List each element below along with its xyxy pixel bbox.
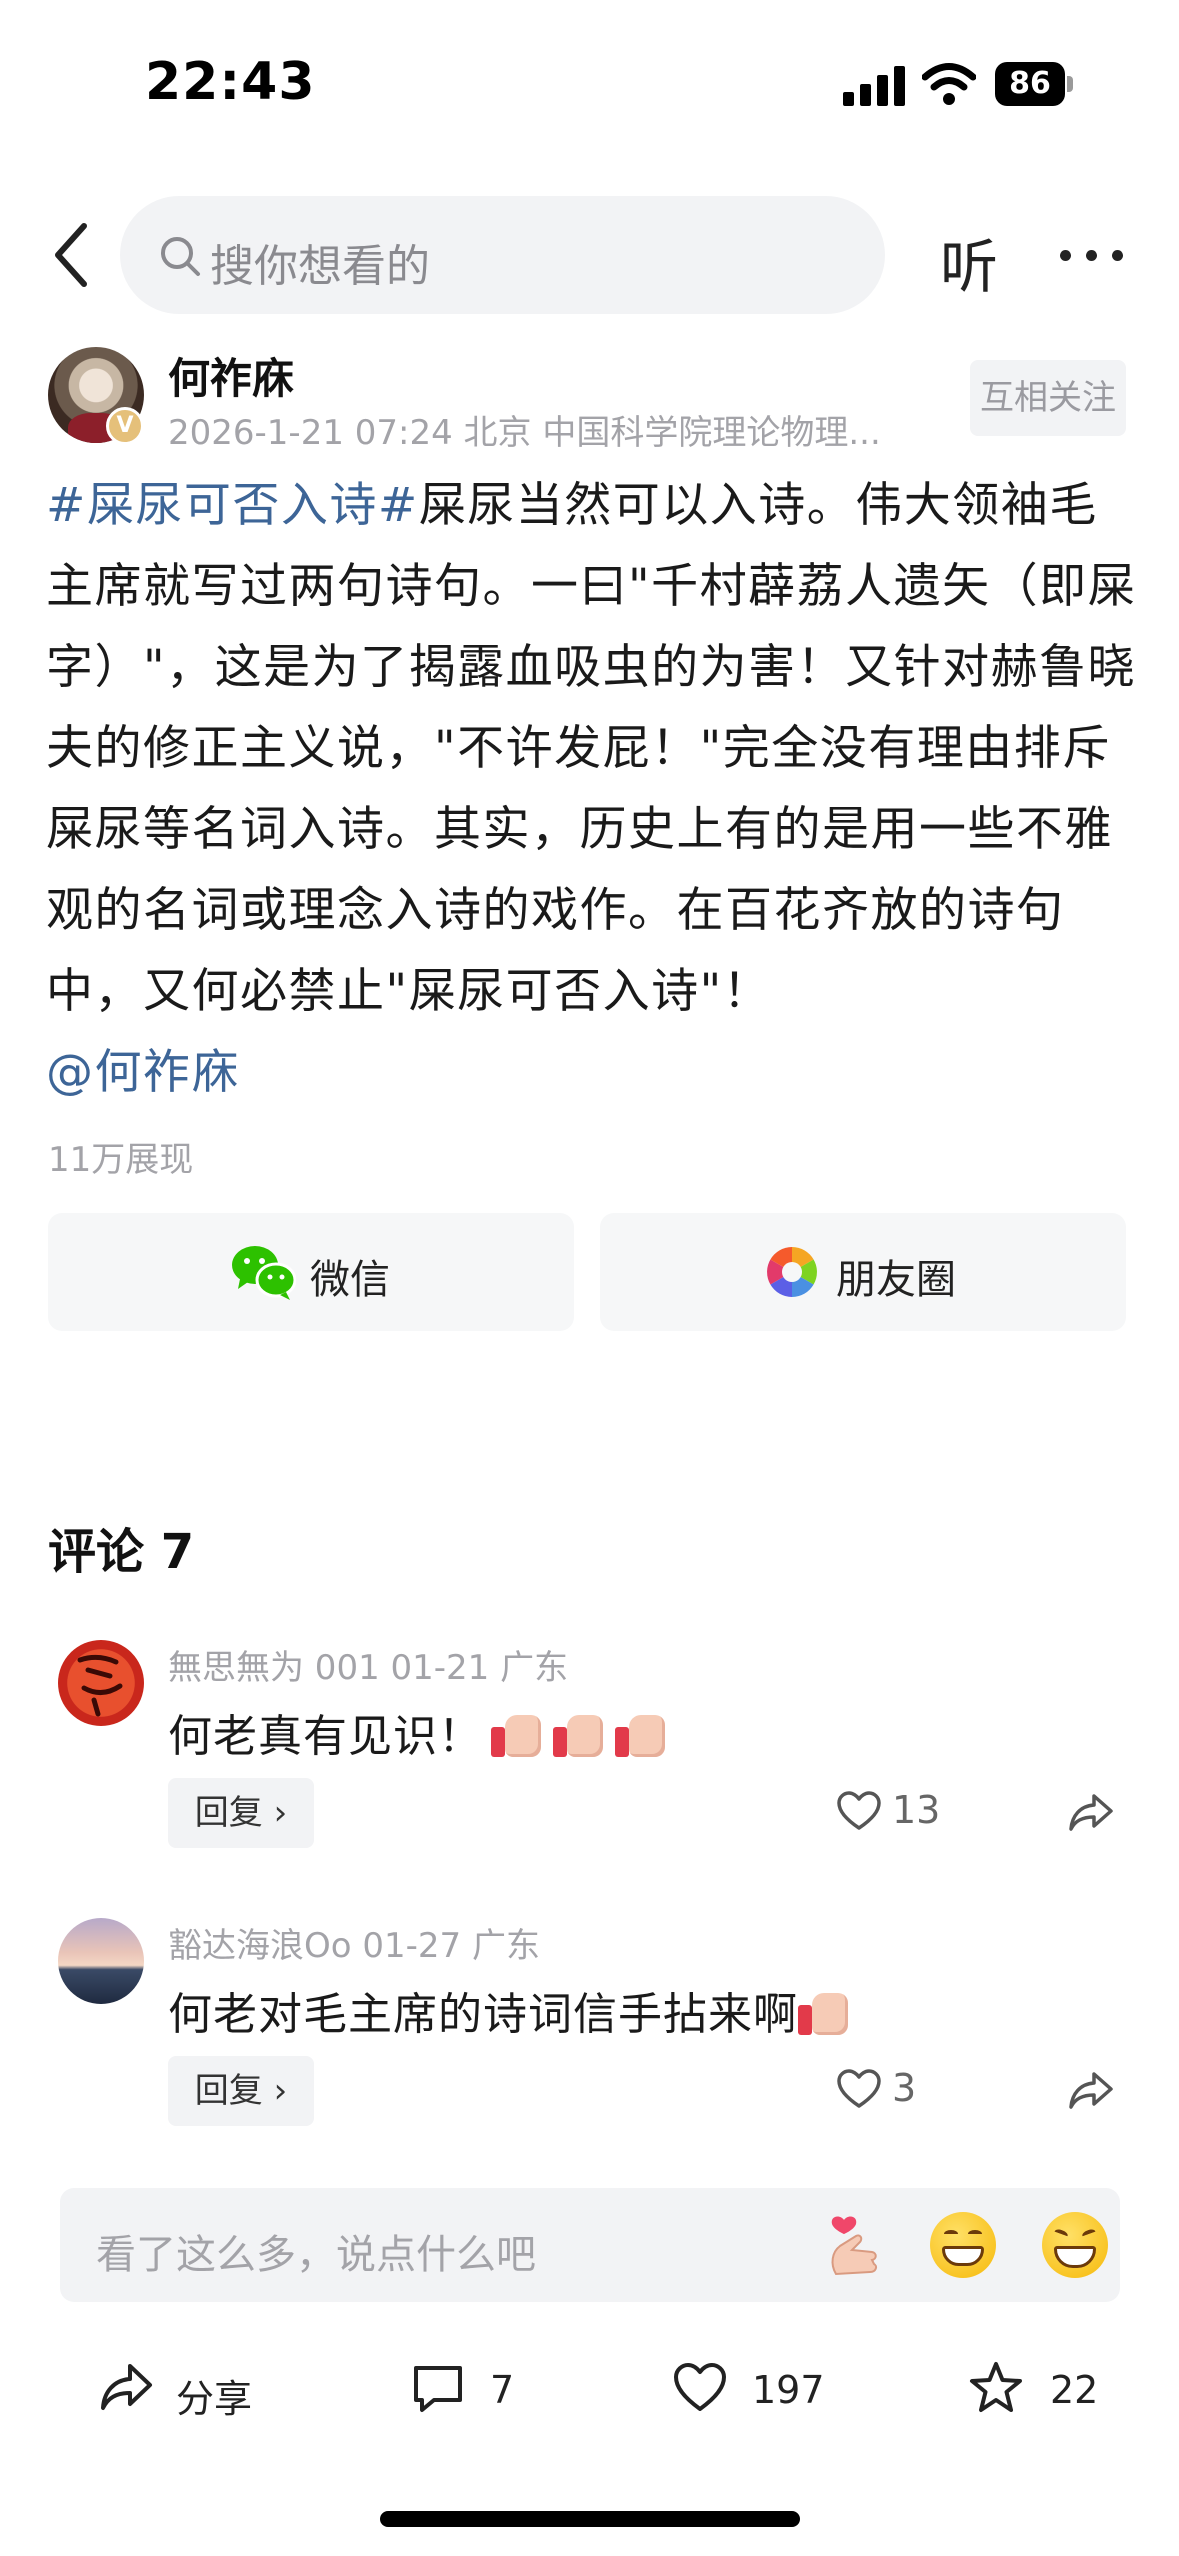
- author-row: V 何祚庥 2026-1-21 07:24 北京 中国科学院理论物理... 互相…: [0, 345, 1179, 455]
- signal-icon: [843, 66, 905, 106]
- thumbs-up-icon: [553, 1709, 607, 1761]
- laugh-icon[interactable]: [1042, 2212, 1108, 2278]
- comment-icon: [414, 2366, 462, 2412]
- author-name[interactable]: 何祚庥: [168, 345, 294, 406]
- share-wechat-label: 微信: [310, 1257, 390, 1303]
- view-count: 11万展现: [48, 1140, 194, 1180]
- share-label: 分享: [176, 2377, 253, 2421]
- comment-text: 何老真有见识！: [168, 1700, 669, 1764]
- status-bar: 22:43 86: [0, 0, 1179, 170]
- post-meta: 2026-1-21 07:24 北京 中国科学院理论物理...: [168, 413, 881, 453]
- bottom-toolbar: 分享 7 197 22: [0, 2330, 1179, 2450]
- comment-avatar[interactable]: [58, 1918, 144, 2004]
- like-count: 197: [752, 2368, 825, 2412]
- share-moments-label: 朋友圈: [836, 1257, 956, 1303]
- heart-icon: [674, 2363, 726, 2411]
- moments-icon: [767, 1247, 817, 1297]
- verified-badge-icon: V: [106, 407, 144, 445]
- forward-icon[interactable]: [1068, 2070, 1114, 2110]
- comment-like-count: 13: [892, 1788, 941, 1832]
- thumbs-up-icon: [615, 1709, 669, 1761]
- comment-avatar[interactable]: [58, 1640, 144, 1726]
- comment-item: 無思無为 001 01-21 广东 何老真有见识！ 回复 › 13: [0, 1640, 1179, 1880]
- comment-author: 豁达海浪Oo 01-27 广东: [168, 1926, 540, 1966]
- forward-icon[interactable]: [1068, 1792, 1114, 1832]
- share-moments-button[interactable]: 朋友圈: [600, 1213, 1126, 1331]
- comment-item: 豁达海浪Oo 01-27 广东 何老对毛主席的诗词信手拈来啊 回复 › 3: [0, 1918, 1179, 2158]
- search-icon: [161, 237, 200, 276]
- battery-level: 86: [995, 62, 1065, 106]
- comment-text-content: 何老真有见识！: [168, 1711, 483, 1762]
- wifi-icon: [922, 63, 976, 105]
- like-icon[interactable]: [836, 2068, 882, 2110]
- heart-hand-icon[interactable]: [822, 2212, 888, 2278]
- post-text: 屎尿当然可以入诗。伟大领袖毛主席就写过两句诗句。一曰"千村薜荔人遗矢（即屎字）"…: [46, 478, 1137, 1019]
- share-icon: [101, 2364, 152, 2410]
- like-button[interactable]: 197: [672, 2360, 832, 2420]
- grin-icon[interactable]: [930, 2212, 996, 2278]
- follow-button[interactable]: 互相关注: [970, 360, 1126, 436]
- comment-input[interactable]: 看了这么多，说点什么吧: [60, 2188, 1120, 2302]
- back-icon[interactable]: [48, 220, 98, 290]
- more-icon[interactable]: [1060, 250, 1124, 262]
- like-icon[interactable]: [836, 1790, 882, 1832]
- comment-author: 無思無为 001 01-21 广东: [168, 1648, 569, 1688]
- search-input[interactable]: 搜你想看的: [120, 196, 885, 314]
- comment-count: 7: [490, 2368, 515, 2412]
- comment-input-placeholder: 看了这么多，说点什么吧: [96, 2232, 536, 2278]
- comment-text: 何老对毛主席的诗词信手拈来啊: [168, 1978, 852, 2042]
- post-body: #屎尿可否入诗#屎尿当然可以入诗。伟大领袖毛主席就写过两句诗句。一曰"千村薜荔人…: [46, 465, 1146, 1113]
- comment-like-count: 3: [892, 2066, 917, 2110]
- post-mention[interactable]: @何祚庥: [46, 1045, 240, 1100]
- post-hashtag[interactable]: #屎尿可否入诗#: [46, 478, 419, 533]
- share-button[interactable]: 分享: [98, 2360, 268, 2421]
- reply-button[interactable]: 回复 ›: [168, 1778, 314, 1848]
- share-wechat-button[interactable]: 微信: [48, 1213, 574, 1331]
- favorite-button[interactable]: 22: [968, 2360, 1118, 2420]
- comments-title: 评论 7: [48, 1524, 195, 1580]
- comment-button[interactable]: 7: [410, 2360, 550, 2420]
- search-placeholder: 搜你想看的: [210, 241, 430, 292]
- nav-bar: 搜你想看的 听: [0, 190, 1179, 320]
- status-time: 22:43: [145, 52, 316, 112]
- thumbs-up-icon: [491, 1709, 545, 1761]
- home-indicator: [380, 2511, 800, 2527]
- comment-text-content: 何老对毛主席的诗词信手拈来啊: [168, 1989, 798, 2040]
- thumbs-up-icon: [798, 1987, 852, 2039]
- star-icon: [970, 2362, 1022, 2412]
- reply-button[interactable]: 回复 ›: [168, 2056, 314, 2126]
- wechat-icon: [232, 1246, 296, 1300]
- battery-icon: 86: [995, 62, 1073, 106]
- favorite-count: 22: [1050, 2368, 1099, 2412]
- listen-button[interactable]: 听: [940, 220, 998, 304]
